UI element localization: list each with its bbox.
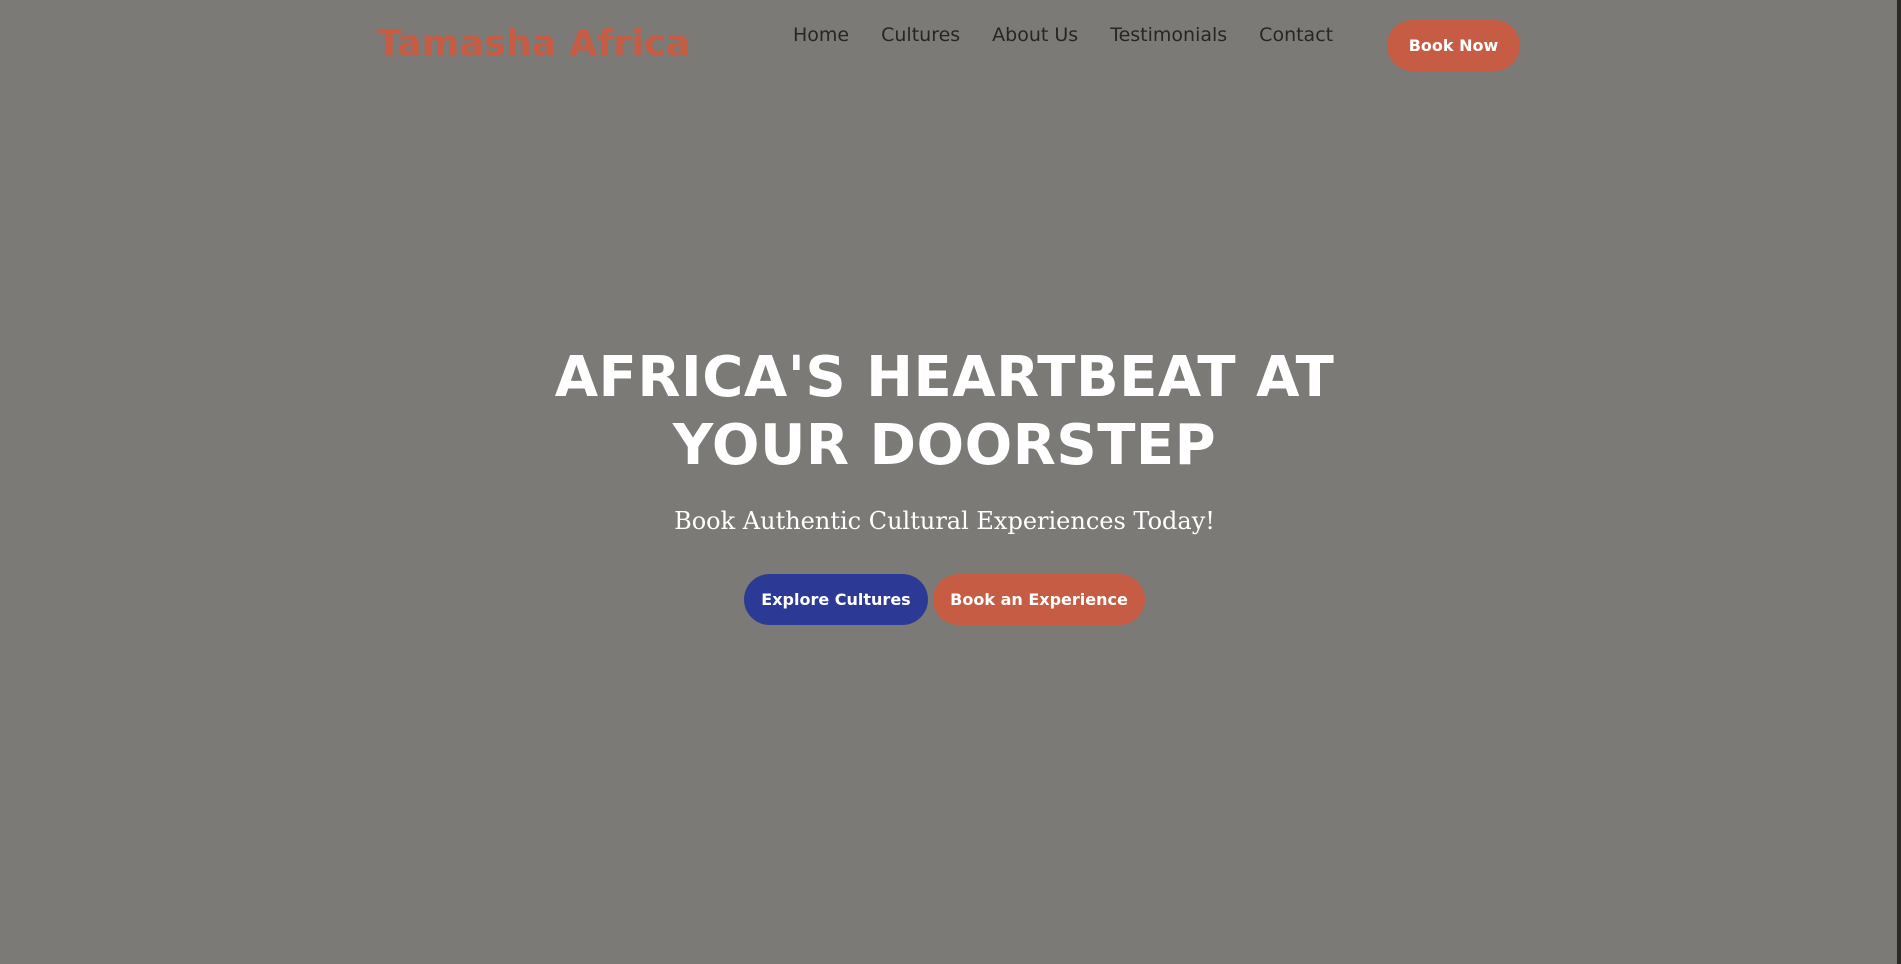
- nav-link-contact[interactable]: Contact: [1259, 20, 1333, 50]
- nav-link-about-us[interactable]: About Us: [992, 20, 1078, 50]
- hero-subtitle: Book Authentic Cultural Experiences Toda…: [674, 507, 1215, 535]
- window-edge: [1897, 0, 1901, 964]
- book-experience-button[interactable]: Book an Experience: [933, 574, 1145, 625]
- hero-title-line-2: YOUR DOORSTEP: [672, 413, 1217, 478]
- nav-link-testimonials[interactable]: Testimonials: [1110, 20, 1227, 50]
- hero-title: AFRICA'S HEARTBEAT AT YOUR DOORSTEP: [0, 344, 1889, 480]
- nav-link-home[interactable]: Home: [793, 20, 849, 50]
- explore-cultures-button[interactable]: Explore Cultures: [744, 574, 928, 625]
- site-logo[interactable]: Tamasha Africa: [377, 20, 690, 68]
- hero-section: AFRICA'S HEARTBEAT AT YOUR DOORSTEP Book…: [0, 0, 1889, 964]
- landing-page: AFRICA'S HEARTBEAT AT YOUR DOORSTEP Book…: [0, 0, 1901, 964]
- nav-link-cultures[interactable]: Cultures: [881, 20, 960, 50]
- hero-cta-group: Explore Cultures Book an Experience: [744, 574, 1145, 625]
- main-nav: Home Cultures About Us Testimonials Cont…: [793, 20, 1333, 50]
- hero-title-line-1: AFRICA'S HEARTBEAT AT: [554, 345, 1335, 410]
- book-now-button[interactable]: Book Now: [1387, 20, 1520, 71]
